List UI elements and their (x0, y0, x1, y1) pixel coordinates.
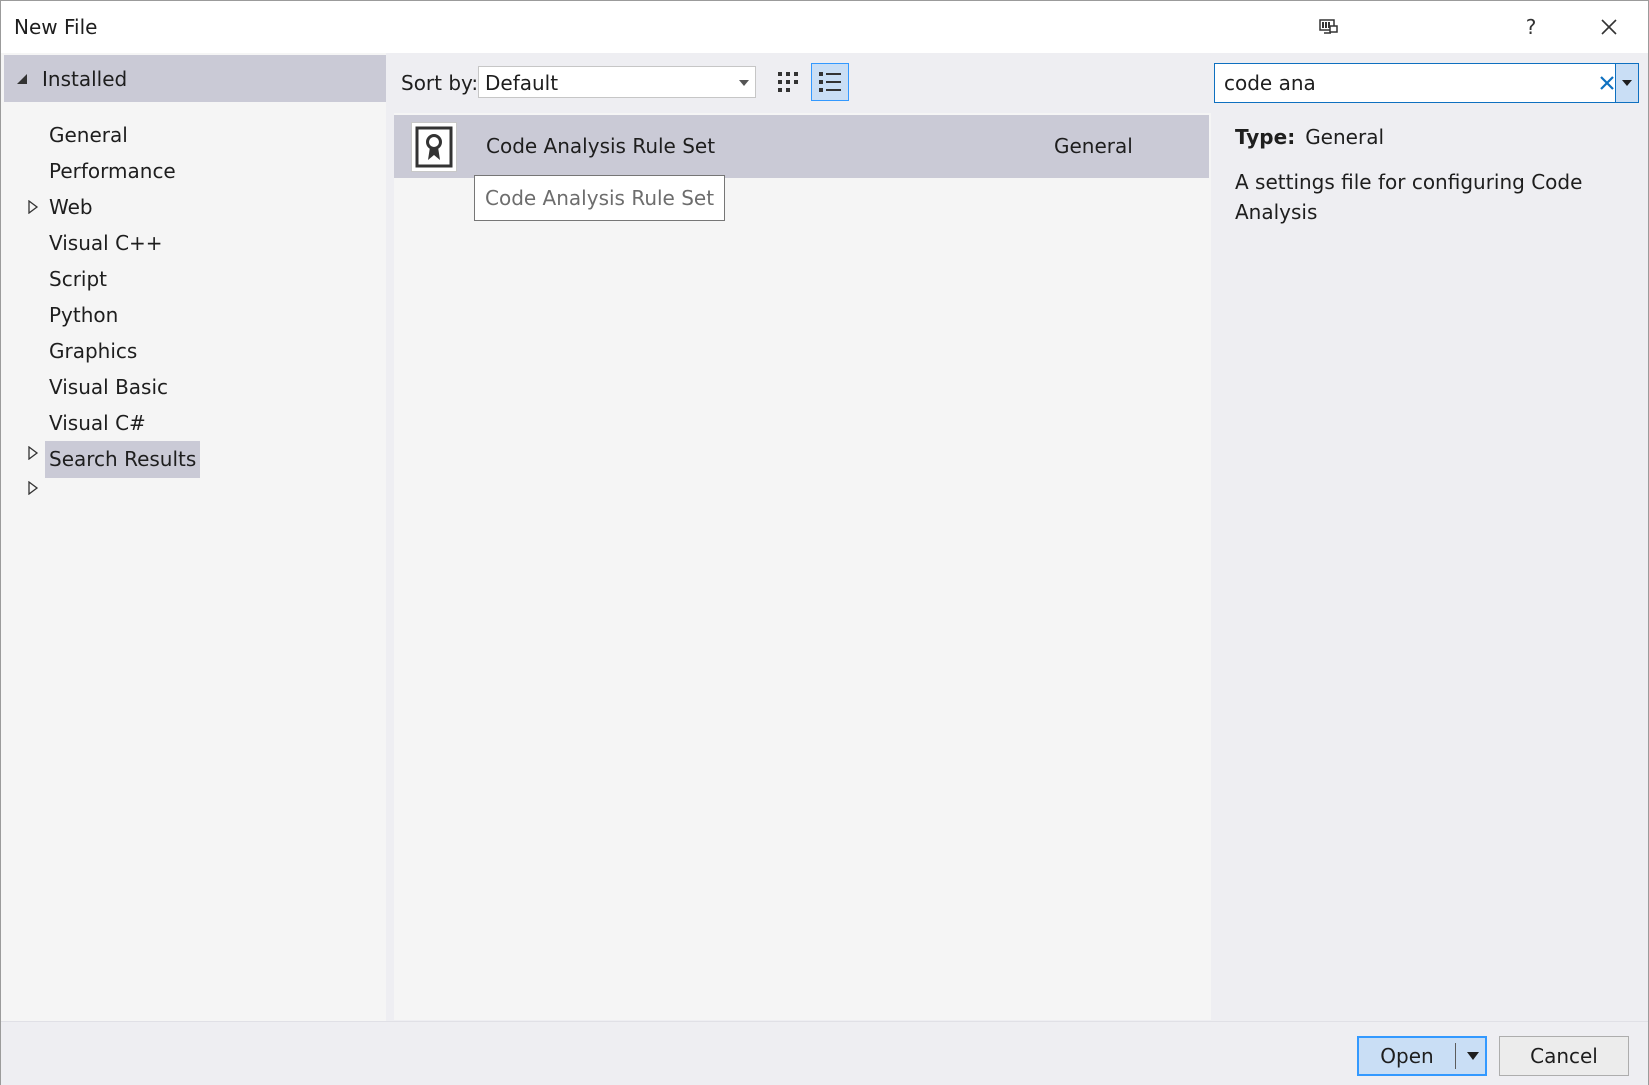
small-icons-view-button[interactable] (769, 63, 807, 101)
type-line: Type: General (1235, 125, 1635, 155)
template-tree: Installed General Performance Web Visual… (1, 53, 386, 1021)
tree-item-visual-basic[interactable]: Visual Basic (45, 369, 172, 406)
type-key: Type: (1235, 125, 1296, 149)
template-list: Code Analysis Rule Set General Code Anal… (394, 113, 1211, 1020)
chevron-down-icon[interactable] (1467, 1052, 1479, 1060)
chevron-down-icon (1622, 80, 1632, 86)
list-view-icon (819, 72, 841, 92)
template-details: Type: General A settings file for configu… (1235, 125, 1635, 227)
template-description: A settings file for configuring Code Ana… (1235, 170, 1583, 224)
tree-node-installed-label: Installed (42, 67, 128, 91)
tree-item-web[interactable]: Web (45, 189, 97, 226)
sort-by-dropdown[interactable]: Default (478, 66, 756, 98)
tree-item-python[interactable]: Python (45, 297, 122, 334)
tree-item-search-results[interactable]: Search Results (45, 441, 201, 478)
open-button-label: Open (1380, 1044, 1434, 1068)
list-view-button[interactable] (811, 63, 849, 101)
type-value: General (1305, 125, 1385, 149)
help-icon: ? (1525, 15, 1537, 39)
cancel-button[interactable]: Cancel (1499, 1036, 1629, 1076)
new-file-dialog: New File ? Installed General Performance… (0, 0, 1649, 1085)
ribbon-award-icon (411, 122, 457, 172)
close-button[interactable] (1587, 9, 1631, 45)
expand-triangle-icon[interactable] (27, 481, 39, 495)
search-input[interactable] (1215, 64, 1607, 102)
tree-node-installed[interactable]: Installed (4, 55, 386, 102)
tooltip: Code Analysis Rule Set (474, 175, 726, 221)
expand-triangle-icon[interactable] (27, 200, 39, 214)
template-category: General (1054, 134, 1133, 158)
tree-item-visual-cpp[interactable]: Visual C++ (45, 225, 167, 262)
template-name: Code Analysis Rule Set (486, 134, 716, 158)
sort-by-value: Default (485, 71, 559, 95)
expand-triangle-icon[interactable] (27, 446, 39, 460)
help-button[interactable]: ? (1509, 9, 1553, 45)
collapse-triangle-icon[interactable] (16, 73, 28, 85)
split-divider (1455, 1043, 1456, 1069)
window-title: New File (14, 15, 98, 39)
search-box (1214, 63, 1639, 103)
open-button[interactable]: Open (1357, 1036, 1487, 1076)
sort-by-label: Sort by: (401, 71, 479, 95)
grid-view-icon (778, 72, 798, 92)
tree-item-performance[interactable]: Performance (45, 153, 180, 190)
tree-item-general[interactable]: General (45, 117, 132, 154)
dialog-footer: Open Cancel (1, 1021, 1648, 1085)
close-icon (1601, 19, 1617, 35)
tree-item-script[interactable]: Script (45, 261, 111, 298)
chevron-down-icon (739, 80, 749, 86)
tree-item-visual-csharp[interactable]: Visual C# (45, 405, 150, 442)
search-options-dropdown[interactable] (1615, 64, 1638, 102)
tree-item-graphics[interactable]: Graphics (45, 333, 141, 370)
pin-icon[interactable] (1307, 9, 1351, 45)
title-bar: New File ? (1, 1, 1648, 53)
list-item[interactable]: Code Analysis Rule Set General (394, 115, 1209, 178)
